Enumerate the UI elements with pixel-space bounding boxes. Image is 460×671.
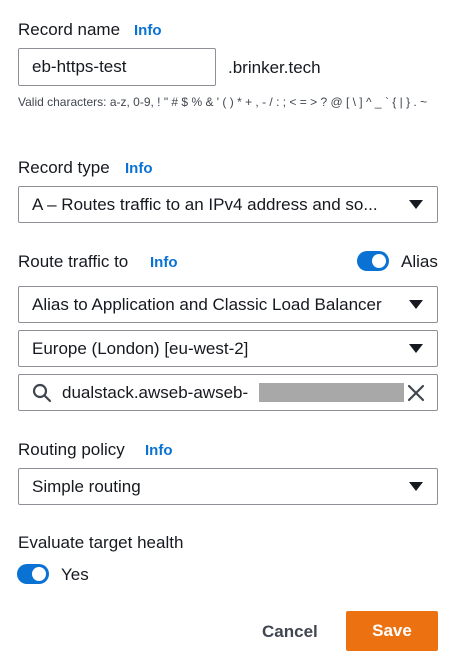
record-name-input[interactable]: eb-https-test: [18, 48, 216, 86]
evaluate-health-yes-label: Yes: [61, 565, 89, 584]
valid-characters-hint: Valid characters: a-z, 0-9, ! " # $ % & …: [18, 95, 428, 109]
region-value: Europe (London) [eu-west-2]: [32, 339, 249, 358]
region-select[interactable]: Europe (London) [eu-west-2]: [18, 330, 438, 367]
routing-policy-select[interactable]: Simple routing: [18, 468, 438, 505]
evaluate-health-toggle[interactable]: [17, 564, 49, 584]
toggle-knob: [372, 254, 386, 268]
record-type-info-link[interactable]: Info: [125, 160, 153, 177]
search-icon: [32, 383, 52, 403]
toggle-knob: [32, 567, 46, 581]
endpoint-type-value: Alias to Application and Classic Load Ba…: [32, 295, 382, 314]
domain-suffix: .brinker.tech: [228, 58, 321, 77]
record-name-label: Record name: [18, 20, 121, 39]
chevron-down-icon: [409, 300, 423, 309]
routing-policy-label: Routing policy: [18, 440, 125, 459]
record-type-value: A – Routes traffic to an IPv4 address an…: [32, 195, 378, 214]
endpoint-type-select[interactable]: Alias to Application and Classic Load Ba…: [18, 286, 438, 323]
chevron-down-icon: [409, 344, 423, 353]
route-traffic-label: Route traffic to: [18, 252, 129, 271]
cancel-button[interactable]: Cancel: [262, 622, 318, 642]
record-type-select[interactable]: A – Routes traffic to an IPv4 address an…: [18, 186, 438, 223]
chevron-down-icon: [409, 482, 423, 491]
record-name-info-link[interactable]: Info: [134, 22, 162, 39]
alias-label: Alias: [401, 252, 438, 271]
chevron-down-icon: [409, 200, 423, 209]
save-button[interactable]: Save: [346, 611, 438, 651]
record-name-value: eb-https-test: [32, 57, 127, 76]
load-balancer-search-input[interactable]: dualstack.awseb-awseb-: [18, 374, 438, 411]
search-value: dualstack.awseb-awseb-: [62, 383, 249, 402]
evaluate-health-label: Evaluate target health: [18, 533, 184, 552]
record-type-label: Record type: [18, 158, 110, 177]
routing-policy-value: Simple routing: [32, 477, 141, 496]
alias-toggle[interactable]: [357, 251, 389, 271]
route-traffic-info-link[interactable]: Info: [150, 254, 178, 271]
clear-icon[interactable]: [407, 384, 425, 402]
redacted-block: [259, 383, 404, 402]
routing-policy-info-link[interactable]: Info: [145, 442, 173, 459]
